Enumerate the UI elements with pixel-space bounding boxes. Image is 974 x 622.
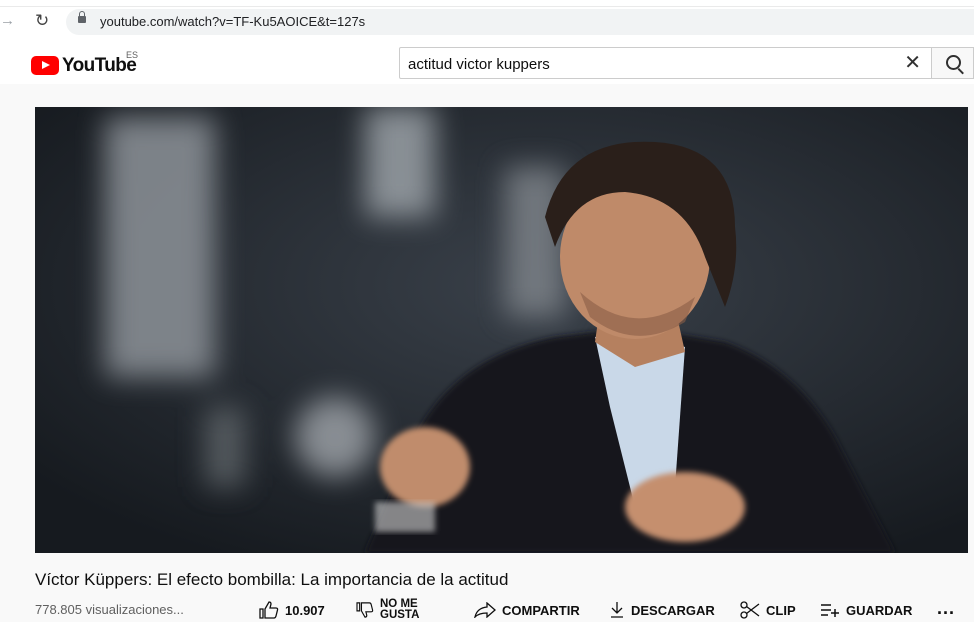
like-button[interactable]: 10.907: [259, 599, 325, 621]
lock-icon[interactable]: [78, 11, 86, 23]
more-icon: ...: [937, 597, 956, 618]
forward-arrow-icon[interactable]: →: [0, 13, 16, 29]
tab-strip-edge: [0, 0, 974, 7]
close-icon[interactable]: ✕: [904, 52, 921, 74]
share-icon: [474, 602, 496, 618]
playlist-add-icon: [821, 604, 839, 617]
video-frame: [35, 107, 968, 553]
clip-label: CLIP: [766, 602, 796, 618]
search-box[interactable]: ✕: [399, 47, 932, 79]
scissors-icon: [740, 601, 760, 619]
browser-toolbar: → ↻ youtube.com/watch?v=TF-Ku5AOICE&t=12…: [0, 0, 974, 44]
download-icon: [611, 602, 623, 618]
region-code: ES: [126, 50, 139, 60]
like-count: 10.907: [285, 602, 325, 618]
youtube-play-icon: [31, 56, 59, 75]
save-label: GUARDAR: [846, 602, 913, 618]
address-url[interactable]: youtube.com/watch?v=TF-Ku5AOICE&t=127s: [100, 14, 365, 29]
dislike-button[interactable]: NO ME GUSTA: [356, 598, 420, 621]
download-label: DESCARGAR: [631, 602, 715, 618]
thumbs-down-icon: [356, 602, 374, 618]
share-button[interactable]: COMPARTIR: [474, 599, 580, 621]
video-title: Víctor Küppers: El efecto bombilla: La i…: [35, 570, 509, 589]
address-bar[interactable]: youtube.com/watch?v=TF-Ku5AOICE&t=127s: [66, 9, 974, 35]
youtube-header: YouTube ES ✕: [0, 44, 974, 84]
share-label: COMPARTIR: [502, 602, 580, 618]
dislike-label: NO ME GUSTA: [380, 598, 420, 621]
search-button[interactable]: [932, 47, 974, 79]
dislike-label-line2: GUSTA: [380, 609, 420, 621]
thumbs-up-icon: [259, 601, 279, 619]
video-player[interactable]: [35, 107, 968, 553]
save-button[interactable]: GUARDAR: [820, 599, 912, 621]
download-button[interactable]: DESCARGAR: [609, 599, 715, 621]
clip-button[interactable]: CLIP: [740, 599, 796, 621]
search-input[interactable]: [408, 54, 888, 74]
reload-icon[interactable]: ↻: [35, 12, 53, 30]
view-count[interactable]: 778.805 visualizaciones...: [35, 602, 184, 617]
more-actions-button[interactable]: ...: [937, 597, 955, 619]
search-icon: [946, 55, 961, 70]
